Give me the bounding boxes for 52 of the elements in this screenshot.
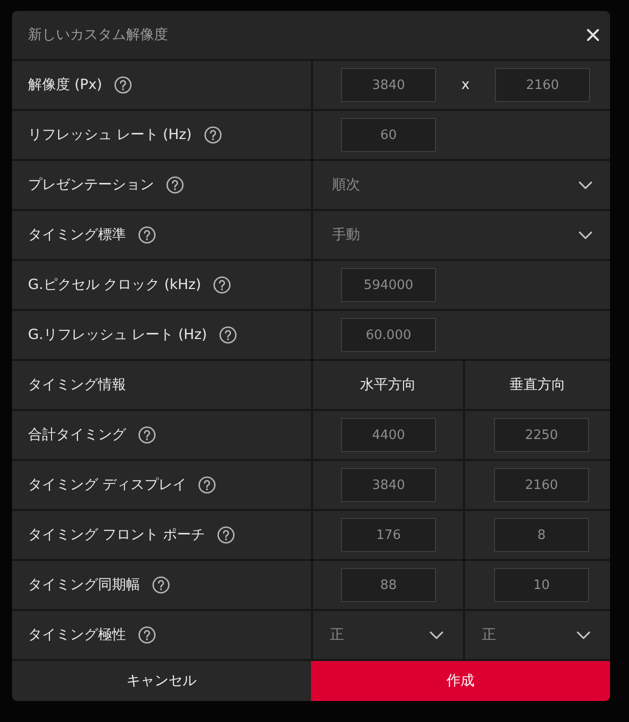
input-field[interactable]: 594000 (341, 268, 436, 302)
dropdown-field[interactable]: 手動 (313, 211, 610, 259)
chevron-down-icon (429, 630, 444, 640)
column-header: 垂直方向 (465, 361, 610, 409)
field-label: タイミング ディスプレイ (28, 476, 186, 494)
input-field[interactable]: 60.000 (341, 318, 436, 352)
help-icon[interactable] (138, 426, 156, 444)
field-label: タイミング標準 (28, 226, 126, 244)
field-label: タイミング同期幅 (28, 576, 140, 594)
field-label: リフレッシュ レート (Hz) (28, 126, 192, 144)
input-field[interactable]: 88 (341, 568, 436, 602)
field-label: プレゼンテーション (28, 176, 154, 194)
help-icon[interactable] (213, 276, 232, 294)
help-icon[interactable] (198, 476, 216, 494)
chevron-down-icon (578, 180, 593, 190)
help-icon[interactable] (138, 626, 156, 644)
close-button[interactable] (585, 27, 601, 43)
help-icon[interactable] (166, 176, 184, 194)
section-header: タイミング情報 (12, 361, 311, 409)
field-label: G.リフレッシュ レート (Hz) (28, 326, 207, 344)
dropdown-field[interactable]: 順次 (313, 161, 610, 209)
close-icon (587, 29, 599, 41)
cancel-button[interactable]: キャンセル (12, 661, 311, 701)
input-field[interactable]: 3840 (341, 468, 436, 502)
field-label: タイミング極性 (28, 626, 126, 644)
create-button[interactable]: 作成 (311, 661, 610, 701)
field-label: 解像度 (Px) (28, 76, 102, 94)
input-field[interactable]: 3840 (341, 68, 436, 102)
dialog-title: 新しいカスタム解像度 (28, 26, 168, 44)
chevron-down-icon (576, 630, 591, 640)
input-field[interactable]: 2250 (494, 418, 589, 452)
help-icon[interactable] (204, 126, 222, 144)
input-field[interactable]: 176 (341, 518, 436, 552)
chevron-down-icon (578, 230, 593, 240)
dropdown-field[interactable]: 正 (313, 611, 463, 659)
dropdown-field[interactable]: 正 (465, 611, 610, 659)
field-label: G.ピクセル クロック (kHz) (28, 276, 202, 294)
field-label: 合計タイミング (28, 426, 126, 444)
help-icon[interactable] (114, 76, 132, 94)
field-label: タイミング フロント ポーチ (28, 526, 205, 544)
column-header: 水平方向 (313, 361, 463, 409)
dimension-separator: x (460, 77, 471, 93)
input-field[interactable]: 60 (341, 118, 436, 152)
input-field[interactable]: 2160 (494, 468, 589, 502)
help-icon[interactable] (152, 576, 170, 594)
help-icon[interactable] (219, 326, 237, 344)
help-icon[interactable] (216, 526, 235, 544)
input-field[interactable]: 10 (494, 568, 589, 602)
input-field[interactable]: 4400 (341, 418, 436, 452)
help-icon[interactable] (138, 226, 156, 244)
input-field[interactable]: 2160 (495, 68, 590, 102)
input-field[interactable]: 8 (494, 518, 589, 552)
